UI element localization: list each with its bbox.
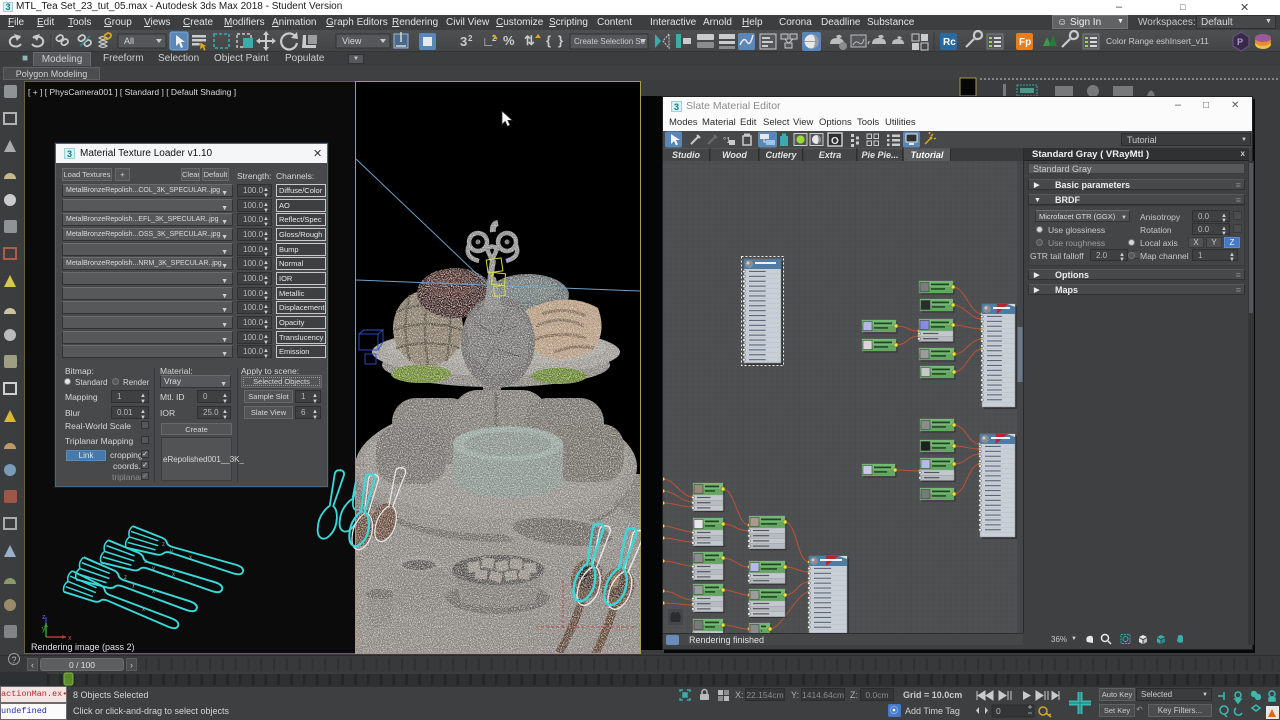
svg-text:%: %: [503, 33, 515, 48]
svg-text:3: 3: [460, 34, 467, 49]
svg-text:⇅: ⇅: [524, 33, 535, 48]
svg-text:{: {: [546, 33, 551, 48]
svg-text:Color Range eshInsert_v11: Color Range eshInsert_v11: [1106, 36, 1209, 46]
svg-text:2: 2: [468, 34, 473, 43]
svg-text:Rc: Rc: [943, 37, 956, 48]
svg-text:P: P: [1237, 37, 1243, 47]
svg-text:View: View: [342, 36, 362, 46]
svg-text:O: O: [831, 136, 839, 147]
svg-text:Fp: Fp: [1019, 37, 1031, 48]
svg-text:}: }: [558, 33, 563, 48]
svg-text:0: 0: [996, 706, 1001, 716]
svg-text:Create Selection Se: Create Selection Se: [574, 37, 646, 46]
svg-text:All: All: [124, 36, 134, 46]
